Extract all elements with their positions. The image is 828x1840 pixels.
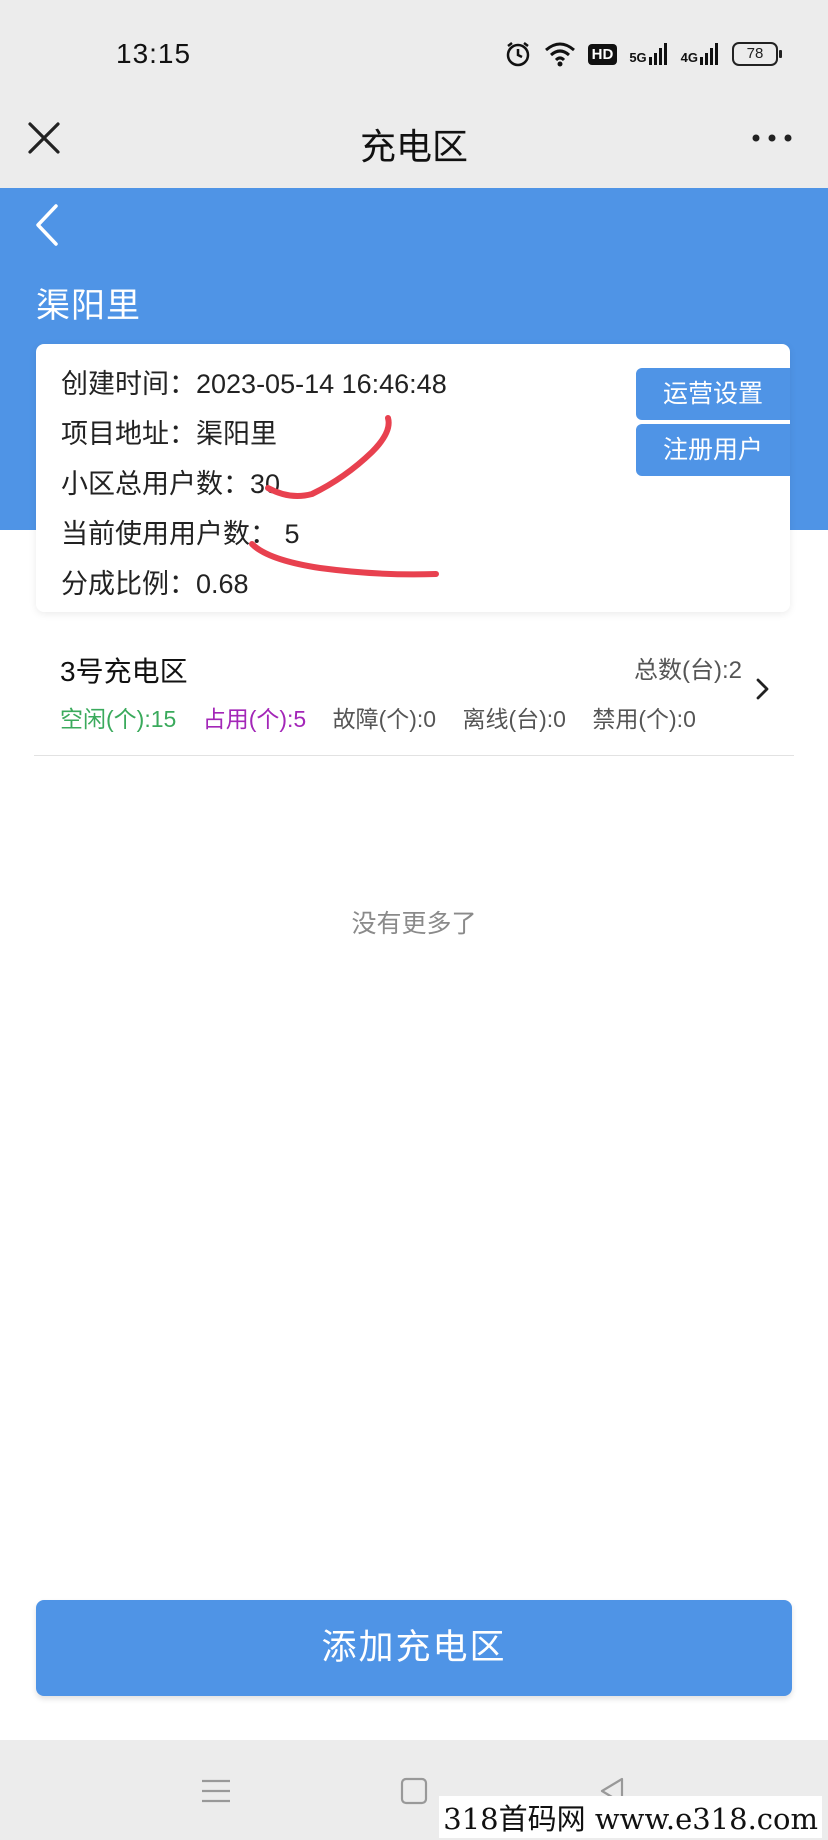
signal-icon [700, 43, 718, 65]
signal-icon [648, 43, 667, 65]
more-icon[interactable] [750, 128, 794, 148]
zone-stats: 空闲(个):15 占用(个):5 故障(个):0 离线(台):0 禁用(个):0 [60, 700, 716, 734]
info-created: 创建时间：2023-05-14 16:46:48 [61, 369, 447, 399]
add-charging-zone-button[interactable]: 添加充电区 [36, 1600, 792, 1696]
title-bar: 充电区 [0, 100, 828, 188]
chevron-right-icon [756, 678, 769, 700]
stat-fault: 故障(个):0 [332, 706, 437, 732]
project-info-card: 创建时间：2023-05-14 16:46:48 项目地址：渠阳里 小区总用户数… [36, 344, 790, 612]
project-title: 渠阳里 [36, 287, 141, 325]
zone-total: 总数(台):2 [634, 657, 742, 684]
zone-name: 3号充电区 [60, 656, 188, 687]
info-ratio: 分成比例：0.68 [61, 569, 249, 599]
operation-settings-button[interactable]: 运营设置 [636, 368, 790, 420]
stat-idle: 空闲(个):15 [60, 706, 177, 732]
battery-indicator: 78 [732, 42, 782, 66]
signal-4g: 4G [681, 43, 720, 65]
back-icon[interactable] [30, 200, 66, 250]
charging-zone-row[interactable]: 3号充电区 总数(台):2 空闲(个):15 占用(个):5 故障(个):0 离… [34, 630, 794, 756]
wifi-icon [544, 42, 575, 67]
alarm-icon [506, 42, 529, 67]
info-total-users: 小区总用户数：30 [61, 469, 281, 499]
status-icons: HD 5G 4G 78 [504, 36, 782, 72]
menu-icon[interactable] [200, 1776, 232, 1806]
register-user-button[interactable]: 注册用户 [636, 424, 790, 476]
info-address: 项目地址：渠阳里 [61, 419, 277, 449]
signal-5g: 5G [629, 43, 668, 65]
status-time: 13:15 [116, 38, 192, 69]
list-end-text: 没有更多了 [351, 910, 477, 938]
stat-disabled: 禁用(个):0 [592, 706, 696, 732]
info-active-users: 当前使用用户数： 5 [61, 519, 300, 549]
status-bar: 13:15 HD 5G 4G 78 [0, 0, 828, 100]
home-icon[interactable] [400, 1776, 428, 1806]
page-title: 充电区 [359, 126, 468, 167]
stat-occupied: 占用(个):5 [202, 706, 307, 732]
watermark: 318首码网 www.e318.com [439, 1796, 822, 1838]
stat-offline: 离线(台):0 [462, 706, 566, 732]
hd-badge: HD [587, 43, 618, 65]
